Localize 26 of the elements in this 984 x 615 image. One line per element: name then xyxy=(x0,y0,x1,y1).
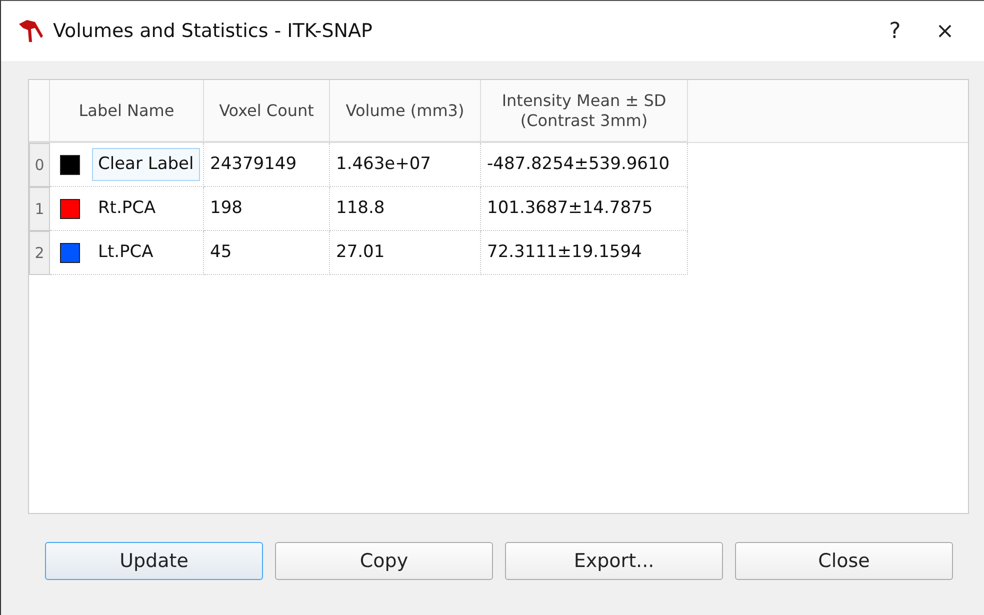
row-header[interactable]: 1 xyxy=(29,187,50,231)
table-cell[interactable]: Rt.PCA xyxy=(92,192,162,226)
table-cell: 118.8 xyxy=(330,187,481,231)
dialog-button[interactable]: Copy xyxy=(275,542,493,580)
table-cell: 198 xyxy=(204,187,330,231)
table-cell: 45 xyxy=(204,231,330,275)
column-header[interactable]: Intensity Mean ± SD (Contrast 3mm) xyxy=(481,80,688,142)
table-cell: 72.3111±19.1594 xyxy=(481,231,688,275)
column-header[interactable]: Voxel Count xyxy=(204,80,330,142)
table-cell: 27.01 xyxy=(330,231,481,275)
column-header[interactable]: Volume (mm3) xyxy=(330,80,481,142)
dialog-button[interactable]: Export... xyxy=(505,542,723,580)
row-header[interactable]: 0 xyxy=(29,143,50,187)
table-cell: 1.463e+07 xyxy=(330,143,481,187)
table-cell: 101.3687±14.7875 xyxy=(481,187,688,231)
dialog-button[interactable]: Update xyxy=(45,542,263,580)
dialog-button[interactable]: Close xyxy=(735,542,953,580)
row-header[interactable]: 2 xyxy=(29,231,50,275)
column-header[interactable]: Label Name xyxy=(50,80,204,142)
table-cell: 24379149 xyxy=(204,143,330,187)
table-cell[interactable]: Clear Label xyxy=(92,148,200,182)
help-button[interactable]: ? xyxy=(870,14,920,48)
window-title: Volumes and Statistics - ITK-SNAP xyxy=(53,18,372,44)
table-cell[interactable]: Lt.PCA xyxy=(92,236,160,270)
table-cell: -487.8254±539.9610 xyxy=(481,143,688,187)
close-button[interactable]: × xyxy=(920,14,970,48)
